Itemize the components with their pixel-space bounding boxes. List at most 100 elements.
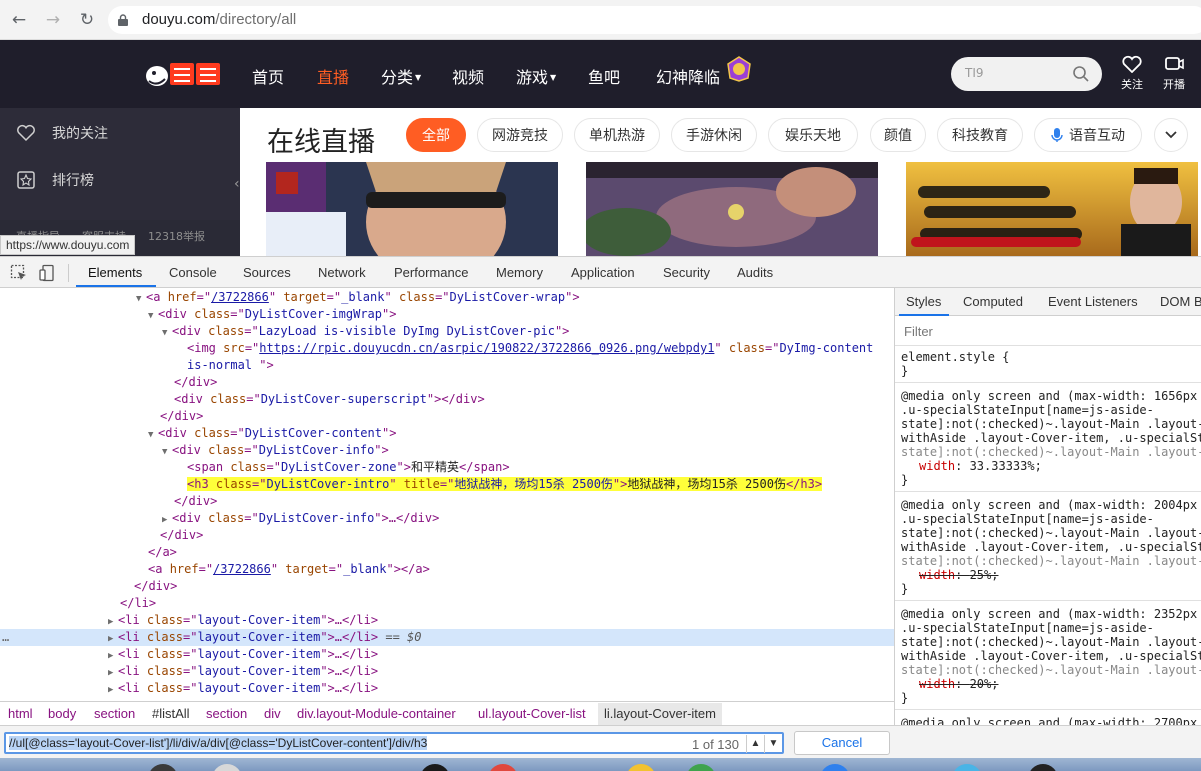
dom-node-selected[interactable]: … ▶ <li class="layout-Cover-item">…</li> =… [0, 629, 894, 646]
search-icon[interactable] [1072, 65, 1090, 83]
breadcrumb-item[interactable]: body [48, 706, 76, 721]
dom-node[interactable]: ▼ <div class="LazyLoad is-visible DyImg D… [0, 323, 894, 340]
dom-node[interactable]: </div> [0, 374, 894, 391]
tab-console[interactable]: Console [169, 265, 217, 280]
dom-node-highlighted[interactable]: <h3 class="DyListCover-intro" title="地狱战… [0, 476, 894, 493]
more-options-icon[interactable]: … [2, 629, 9, 646]
css-declaration[interactable]: width: 33.33333%; [919, 459, 1042, 473]
dock-app-icon[interactable] [626, 764, 656, 771]
category-pill[interactable]: 颜值 [870, 118, 926, 152]
tab-elements[interactable]: Elements [88, 265, 142, 280]
tab-styles[interactable]: Styles [906, 294, 941, 309]
css-selector[interactable]: state]:not(:checked)~.layout-Main .layou… [901, 445, 1201, 459]
dock-app-icon[interactable] [1028, 764, 1058, 771]
breadcrumb-item[interactable]: section [94, 706, 135, 721]
stream-thumbnail[interactable] [586, 162, 878, 256]
css-selector[interactable]: state]:not(:checked)~.layout-Main .layou… [901, 635, 1201, 649]
sidebar-item-ranking[interactable]: 排行榜 [16, 170, 94, 190]
collapse-chevron-icon[interactable]: ‹ [234, 176, 240, 192]
dom-node[interactable]: <span class="DyListCover-zone">和平精英</spa… [0, 459, 894, 476]
dom-node[interactable]: <div class="DyListCover-superscript"></d… [0, 391, 894, 408]
category-pill-voice[interactable]: 语音互动 [1034, 118, 1142, 152]
inspect-element-icon[interactable] [10, 264, 28, 282]
css-selector[interactable]: state]:not(:checked)~.layout-Main .layou… [901, 663, 1201, 677]
tab-event-listeners[interactable]: Event Listeners [1048, 294, 1138, 309]
css-selector[interactable]: element.style { [901, 350, 1009, 364]
dom-node[interactable]: ▶ <li class="layout-Cover-item">…</li> [0, 663, 894, 680]
tab-performance[interactable]: Performance [394, 265, 468, 280]
dom-node[interactable]: </div> [0, 408, 894, 425]
css-selector[interactable]: .u-specialStateInput[name=js-aside- [901, 403, 1154, 417]
dom-node[interactable]: ▼ <div class="DyListCover-imgWrap"> [0, 306, 894, 323]
nav-category[interactable]: 分类 ▼ [381, 64, 421, 88]
dom-node[interactable]: ▶ <div class="DyListCover-info">…</div> [0, 510, 894, 527]
follow-button[interactable]: 关注 [1112, 55, 1152, 92]
search-input[interactable]: TI9 [951, 57, 1102, 91]
nav-event[interactable]: 幻神降临 [656, 64, 720, 88]
dock-app-icon[interactable] [148, 764, 178, 771]
douyu-logo[interactable] [144, 57, 222, 91]
sidebar-item-follow[interactable]: 我的关注 [16, 123, 108, 143]
category-pill[interactable]: 单机热游 [574, 118, 660, 152]
tab-network[interactable]: Network [318, 265, 366, 280]
xpath-search-input[interactable]: //ul[@class='layout-Cover-list']/li/div/… [4, 732, 784, 754]
breadcrumb-item[interactable]: section [206, 706, 247, 721]
dom-node[interactable]: <img src="https://rpic.douyucdn.cn/asrpi… [0, 340, 894, 357]
next-match-icon[interactable]: ▼ [764, 735, 782, 753]
css-selector[interactable]: state]:not(:checked)~.layout-Main .layou… [901, 554, 1201, 568]
category-pill[interactable]: 科技教育 [937, 118, 1023, 152]
tab-security[interactable]: Security [663, 265, 710, 280]
css-selector[interactable]: .u-specialStateInput[name=js-aside- [901, 512, 1154, 526]
dom-node[interactable]: </li> [0, 595, 894, 612]
dom-node[interactable]: <a href="/3722866" target="_blank"></a> [0, 561, 894, 578]
forward-arrow-icon[interactable]: → [42, 9, 64, 31]
dock-app-icon[interactable] [952, 764, 982, 771]
css-declaration-overridden[interactable]: width: 20%; [919, 677, 998, 691]
dock-app-icon[interactable] [212, 764, 242, 771]
styles-filter-input[interactable]: Filter [895, 316, 1201, 346]
address-bar[interactable]: douyu.com/directory/all [108, 6, 1201, 34]
breadcrumb-item[interactable]: html [8, 706, 33, 721]
category-pill[interactable]: 全部 [406, 118, 466, 152]
breadcrumb-item[interactable]: #listAll [152, 706, 190, 721]
dom-node[interactable]: </div> [0, 527, 894, 544]
dock-app-icon[interactable] [686, 764, 716, 771]
css-selector[interactable]: withAside .layout-Cover-item, .u-special… [901, 540, 1201, 554]
breadcrumb-item-selected[interactable]: li.layout-Cover-item [598, 703, 722, 725]
footer-link[interactable]: 12318举报 [148, 230, 205, 243]
dom-node[interactable]: </div> [0, 493, 894, 510]
breadcrumb-item[interactable]: div.layout-Module-container [297, 706, 456, 721]
nav-home[interactable]: 首页 [252, 64, 284, 88]
css-selector[interactable]: state]:not(:checked)~.layout-Main .layou… [901, 526, 1201, 540]
tab-memory[interactable]: Memory [496, 265, 543, 280]
category-pill[interactable]: 网游竞技 [477, 118, 563, 152]
dock-app-icon[interactable] [420, 764, 450, 771]
nav-video[interactable]: 视频 [452, 64, 484, 88]
dom-node[interactable]: ▼ <a href="/3722866" target="_blank" clas… [0, 289, 894, 306]
back-arrow-icon[interactable]: ← [8, 9, 30, 31]
dock-app-icon[interactable] [820, 764, 850, 771]
category-pill[interactable]: 手游休闲 [671, 118, 757, 152]
breadcrumb-item[interactable]: div [264, 706, 281, 721]
dock-app-icon[interactable] [488, 764, 518, 771]
category-pill[interactable]: 娱乐天地 [768, 118, 858, 152]
more-categories-button[interactable] [1154, 118, 1188, 152]
device-toolbar-icon[interactable] [39, 264, 57, 282]
nav-games[interactable]: 游戏 ▼ [516, 64, 556, 88]
css-selector[interactable]: withAside .layout-Cover-item, .u-special… [901, 431, 1201, 445]
css-selector[interactable]: .u-specialStateInput[name=js-aside- [901, 621, 1154, 635]
dom-node[interactable]: </div> [0, 578, 894, 595]
nav-live[interactable]: 直播 [317, 64, 349, 88]
dom-node[interactable]: is-normal "> [0, 357, 894, 374]
css-selector[interactable]: state]:not(:checked)~.layout-Main .layou… [901, 417, 1201, 431]
dom-node[interactable]: ▼ <div class="DyListCover-content"> [0, 425, 894, 442]
dom-node[interactable]: ▼ <div class="DyListCover-info"> [0, 442, 894, 459]
cancel-button[interactable]: Cancel [794, 731, 890, 755]
tab-sources[interactable]: Sources [243, 265, 291, 280]
dom-node[interactable]: ▶ <li class="layout-Cover-item">…</li> [0, 680, 894, 697]
css-selector[interactable]: withAside .layout-Cover-item, .u-special… [901, 649, 1201, 663]
breadcrumb-item[interactable]: ul.layout-Cover-list [478, 706, 586, 721]
css-declaration-overridden[interactable]: width: 25%; [919, 568, 998, 582]
stream-thumbnail[interactable] [906, 162, 1198, 256]
tab-audits[interactable]: Audits [737, 265, 773, 280]
